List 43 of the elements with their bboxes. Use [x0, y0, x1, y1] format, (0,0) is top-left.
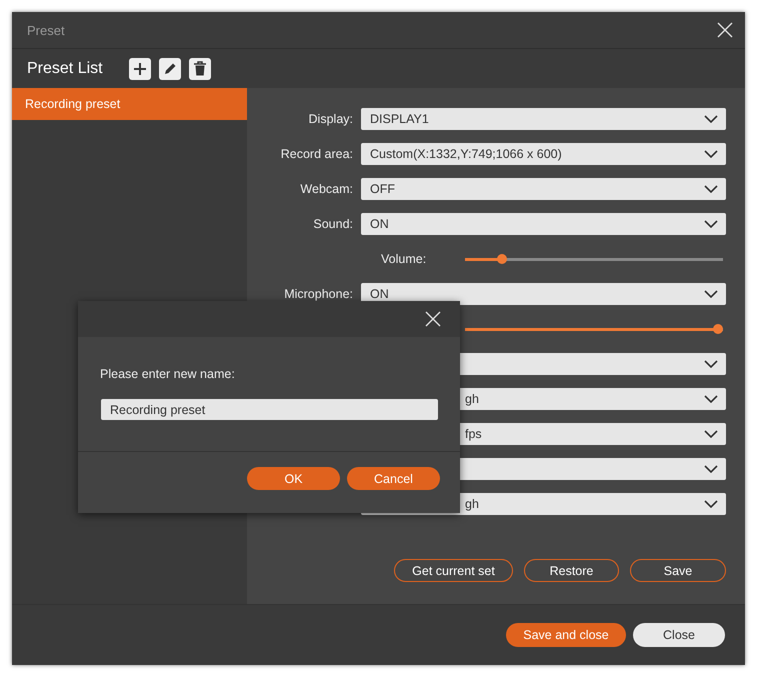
chevron-down-icon [704, 290, 718, 298]
dropdown[interactable]: ON [361, 213, 726, 235]
dropdown[interactable]: ON [361, 283, 726, 305]
chevron-down-icon [704, 115, 718, 123]
chevron-down-icon [704, 395, 718, 403]
edit-button[interactable] [158, 58, 181, 80]
chevron-down-icon [704, 465, 718, 473]
add-button[interactable] [128, 58, 151, 80]
window-title: Preset [27, 22, 65, 38]
close-button[interactable]: Close [633, 623, 725, 647]
setting-label: Display: [308, 112, 353, 126]
panel-button[interactable]: Restore [524, 559, 619, 582]
volume-slider[interactable] [465, 254, 723, 264]
dropdown[interactable]: Custom(X:1332,Y:749;1066 x 600) [361, 143, 726, 165]
name-input-field[interactable]: Recording preset [101, 399, 438, 420]
slider-label: Volume: [380, 252, 428, 266]
dropdown[interactable]: DISPLAY1 [361, 108, 726, 130]
setting-label: Record area: [280, 147, 353, 161]
trash-icon [192, 61, 207, 76]
panel-button[interactable]: Save [630, 559, 726, 582]
chevron-down-icon [704, 430, 718, 438]
preset-list-title: Preset List [27, 60, 103, 78]
save-and-close-button[interactable]: Save and close [506, 623, 626, 647]
preset-item[interactable]: Recording preset [12, 88, 247, 120]
panel-button[interactable]: Get current set [394, 559, 513, 582]
setting-label: Microphone: [283, 287, 353, 301]
chevron-down-icon [704, 220, 718, 228]
chevron-down-icon [704, 150, 718, 158]
close-icon[interactable] [717, 22, 733, 38]
chevron-down-icon [704, 360, 718, 368]
delete-button[interactable] [188, 58, 211, 80]
volume-slider[interactable] [465, 324, 723, 334]
setting-label: Webcam: [299, 182, 353, 196]
chevron-down-icon [704, 185, 718, 193]
plus-icon [132, 62, 147, 76]
setting-label: Sound: [312, 217, 353, 231]
dialog-prompt: Please enter new name: [100, 367, 236, 381]
pencil-icon [162, 62, 177, 76]
dialog-button[interactable]: Cancel [347, 467, 440, 490]
dialog-button[interactable]: OK [247, 467, 340, 490]
chevron-down-icon [704, 500, 718, 508]
close-icon[interactable] [425, 311, 441, 327]
dropdown[interactable]: OFF [361, 178, 726, 200]
